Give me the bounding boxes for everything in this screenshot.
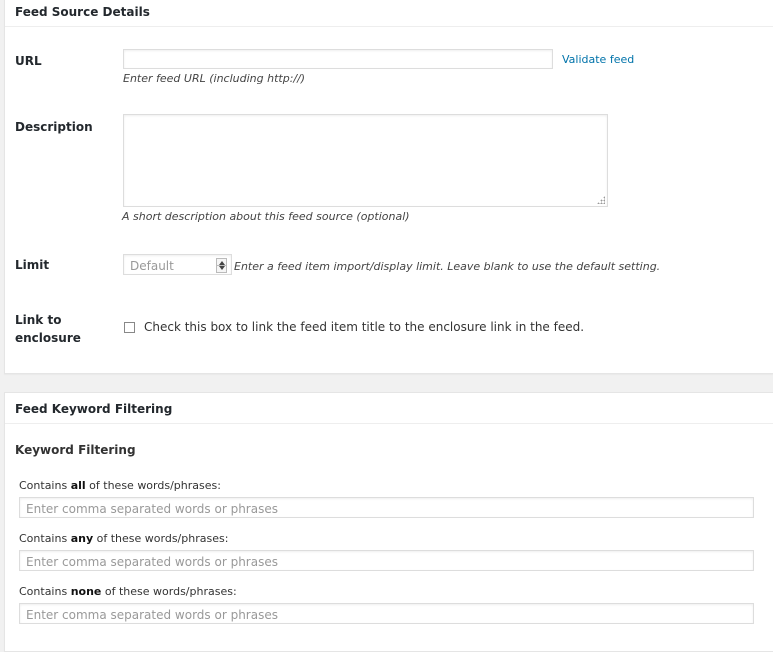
url-label: URL [15,54,42,68]
contains-all-input[interactable]: Enter comma separated words or phrases [19,497,754,518]
limit-number-input[interactable]: Default [123,254,232,275]
feed-source-details-title: Feed Source Details [5,0,773,27]
number-spinner-icon[interactable] [216,258,227,273]
validate-feed-link[interactable]: Validate feed [562,53,634,66]
resize-grip-icon[interactable] [597,196,605,204]
contains-all-label: Contains all of these words/phrases: [19,479,221,492]
contains-any-emphasis: any [70,532,94,545]
contains-none-emphasis: none [70,585,102,598]
url-help-text: Enter feed URL (including http://) [123,72,306,85]
limit-placeholder: Default [130,259,174,273]
contains-none-suffix: of these words/phrases: [101,585,237,598]
feed-keyword-filtering-box: Feed Keyword Filtering Keyword Filtering… [4,392,773,652]
feed-source-details-box: Feed Source Details URL Validate feed En… [4,0,773,374]
spinner-down-icon[interactable] [219,266,225,270]
link-enclosure-label-line1: Link to [15,313,62,327]
description-label: Description [15,120,93,134]
contains-any-suffix: of these words/phrases: [93,532,229,545]
contains-any-placeholder: Enter comma separated words or phrases [26,555,278,569]
contains-any-input[interactable]: Enter comma separated words or phrases [19,550,754,571]
contains-none-input[interactable]: Enter comma separated words or phrases [19,603,754,624]
contains-all-placeholder: Enter comma separated words or phrases [26,502,278,516]
description-help-text: A short description about this feed sour… [122,210,410,223]
contains-none-placeholder: Enter comma separated words or phrases [26,608,278,622]
limit-label: Limit [15,258,50,272]
link-enclosure-checkbox-text: Check this box to link the feed item tit… [144,320,585,334]
limit-help-text: Enter a feed item import/display limit. … [234,260,661,273]
contains-none-prefix: Contains [19,585,71,598]
link-enclosure-checkbox[interactable] [124,322,135,333]
link-enclosure-label-line2: enclosure [15,331,81,345]
description-textarea[interactable] [123,114,608,207]
url-input[interactable] [123,49,553,69]
contains-none-label: Contains none of these words/phrases: [19,585,237,598]
contains-all-emphasis: all [70,479,86,492]
contains-any-prefix: Contains [19,532,71,545]
contains-any-label: Contains any of these words/phrases: [19,532,228,545]
feed-keyword-filtering-title: Feed Keyword Filtering [5,393,773,424]
keyword-filtering-section-label: Keyword Filtering [15,443,136,457]
contains-all-prefix: Contains [19,479,71,492]
contains-all-suffix: of these words/phrases: [85,479,221,492]
link-enclosure-label: Link to enclosure [15,311,81,347]
